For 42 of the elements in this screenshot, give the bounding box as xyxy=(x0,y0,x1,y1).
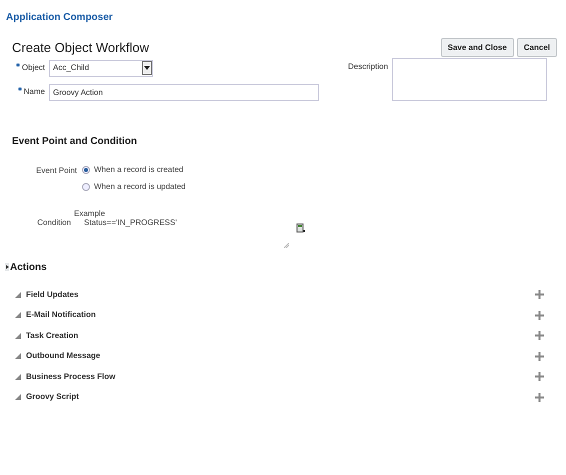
disclosure-icon[interactable] xyxy=(15,374,21,380)
resize-handle-icon xyxy=(284,242,289,248)
field-label: Name xyxy=(24,86,45,98)
page-title: Create Object Workflow xyxy=(12,39,150,57)
radio-button[interactable] xyxy=(82,166,90,174)
object-dropdown[interactable]: Acc_Child xyxy=(49,60,153,76)
add-icon[interactable] xyxy=(535,290,544,300)
section-heading: Event Point and Condition xyxy=(12,136,137,146)
disclosure-icon[interactable] xyxy=(15,353,21,360)
disclosure-icon[interactable] xyxy=(15,312,21,318)
disclosure-icon[interactable] xyxy=(15,394,21,400)
disclosure-icon[interactable] xyxy=(15,332,21,339)
app-title[interactable]: Application Composer xyxy=(6,12,113,23)
field-label: Object xyxy=(22,62,45,74)
cancel-button[interactable]: Cancel xyxy=(516,38,557,58)
field-label: Description xyxy=(348,60,388,72)
condition-hint: Status=='IN_PROGRESS' xyxy=(84,218,177,226)
add-icon[interactable] xyxy=(535,331,544,340)
condition-hint: Example xyxy=(74,208,106,218)
radio-label[interactable]: When a record is created xyxy=(94,164,184,176)
event-point-label: Event Point xyxy=(36,164,77,176)
action-category[interactable]: Business Process Flow xyxy=(26,370,535,383)
add-icon[interactable] xyxy=(535,352,544,361)
database-icon xyxy=(296,222,306,232)
caret-icon xyxy=(142,61,152,75)
disclosure-icon[interactable] xyxy=(15,292,21,298)
add-icon[interactable] xyxy=(535,310,544,320)
radio-label[interactable]: When a record is updated xyxy=(94,180,186,192)
description-field[interactable] xyxy=(392,58,548,100)
add-icon[interactable] xyxy=(535,372,544,382)
condition-label: Condition xyxy=(36,216,71,228)
save-and-close-button[interactable]: Save and Close xyxy=(440,38,514,58)
action-category[interactable]: Field Updates xyxy=(26,288,535,301)
name-field[interactable]: Groovy Action xyxy=(49,84,319,100)
actions-heading: Actions xyxy=(10,260,47,274)
add-icon[interactable] xyxy=(535,392,544,402)
action-category[interactable]: Task Creation xyxy=(26,330,535,342)
action-category[interactable]: Groovy Script xyxy=(26,391,535,404)
expand-icon[interactable] xyxy=(5,263,9,271)
action-category[interactable]: Outbound Message xyxy=(26,350,535,362)
action-category[interactable]: E-Mail Notification xyxy=(26,309,535,322)
radio-button[interactable] xyxy=(82,182,90,190)
